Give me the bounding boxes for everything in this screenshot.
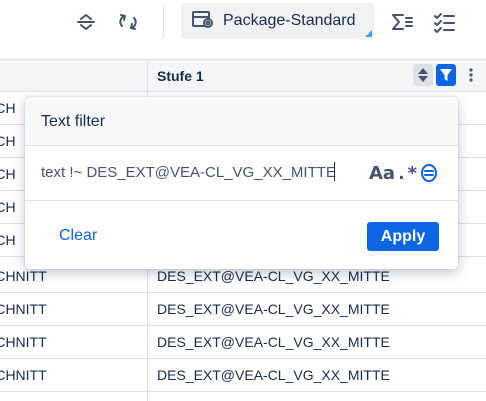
invert-match-icon[interactable] — [419, 161, 439, 185]
table-cell-stufe-1: DES_EXT@VEA-CL_VG_XX_MITTE — [157, 301, 390, 317]
match-case-icon[interactable]: Aa — [369, 161, 395, 185]
filter-text-input[interactable]: text !~ DES_EXT@VEA-CL_VG_XX_MITTE — [41, 164, 351, 181]
filter-icon[interactable] — [436, 64, 456, 86]
collapse-icon[interactable] — [72, 8, 100, 36]
text-caret — [334, 162, 335, 181]
dropdown-corner-indicator — [365, 30, 372, 37]
table-cell: SCHNITT — [0, 334, 47, 350]
text-filter-popup: Text filter text !~ DES_EXT@VEA-CL_VG_XX… — [25, 97, 458, 269]
toolbar: Package-Standard — [0, 0, 486, 44]
popup-header: Text filter — [25, 97, 458, 146]
table-cell: SCHNITT — [0, 367, 47, 383]
package-select-button[interactable]: Package-Standard — [181, 3, 374, 39]
table-cell-stufe-1: DES_EXT@VEA-CL_VG_XX_MITTE — [157, 334, 390, 350]
more-options-icon[interactable] — [461, 64, 481, 86]
clear-button[interactable]: Clear — [59, 227, 97, 245]
apply-button[interactable]: Apply — [367, 222, 439, 251]
column-header-stufe-1[interactable]: Stufe 1 — [157, 68, 204, 84]
refresh-icon[interactable] — [114, 8, 142, 36]
toolbar-divider — [163, 6, 164, 38]
table-row[interactable]: SCHNITT DES_EXT@VEA-CL_VG_XX_MITTE — [0, 293, 486, 326]
checklist-icon[interactable] — [430, 8, 458, 36]
table-cell-stufe-1: DES_EXT@VEA-CL_VG_XX_MITTE — [157, 367, 390, 383]
popup-title: Text filter — [41, 113, 106, 130]
sort-icon[interactable] — [413, 64, 433, 86]
package-label: Package-Standard — [223, 12, 356, 29]
sum-icon[interactable] — [388, 8, 416, 36]
table-row[interactable]: SCHNITT DES_EXT@VEA-CL_VG_XX_MITTE — [0, 359, 486, 392]
filter-input-row: text !~ DES_EXT@VEA-CL_VG_XX_MITTE Aa .* — [25, 146, 458, 201]
regex-icon[interactable]: .* — [396, 161, 418, 185]
package-icon — [191, 8, 215, 35]
table-cell: SCHNITT — [0, 301, 47, 317]
table-row[interactable]: SCHNITT DES_EXT@VEA-CL_VG_XX_MITTE — [0, 326, 486, 359]
